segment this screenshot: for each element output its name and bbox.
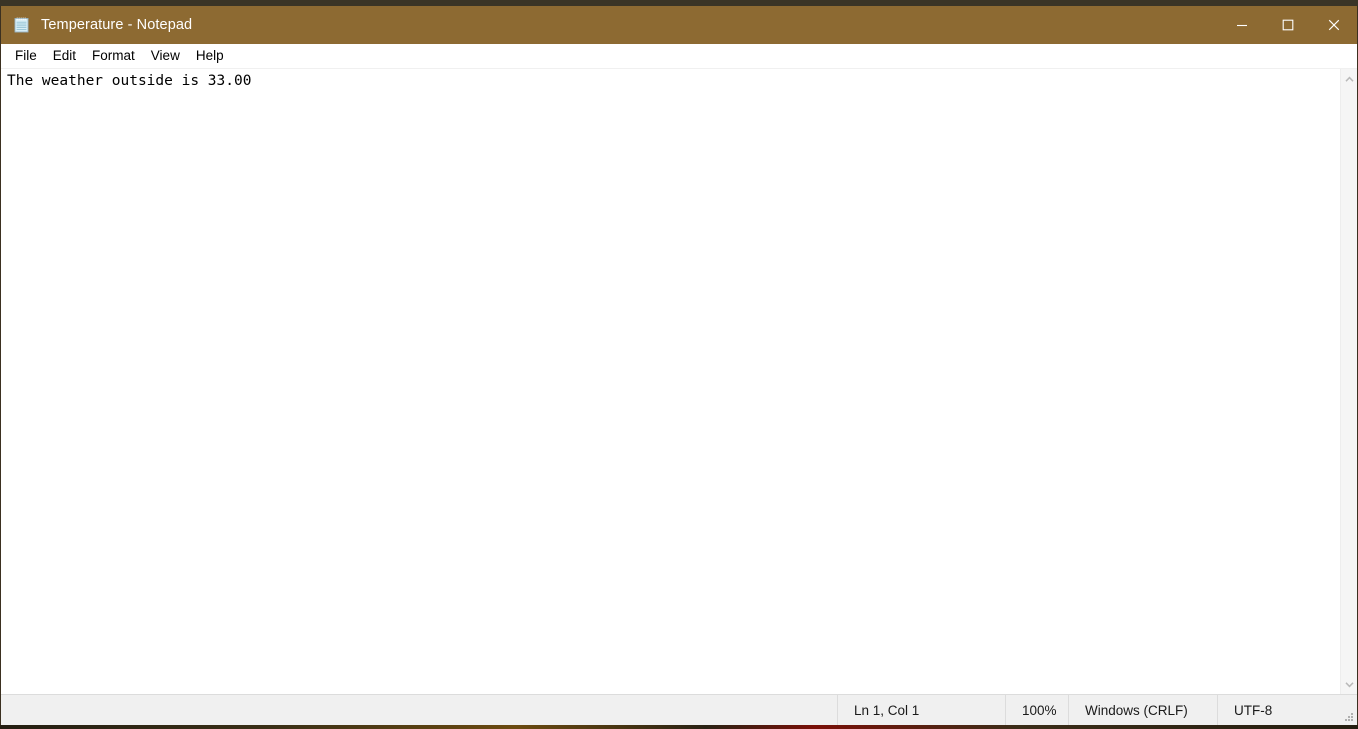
minimize-icon	[1237, 24, 1247, 27]
menu-item-edit[interactable]: Edit	[45, 46, 84, 66]
chevron-up-icon	[1344, 76, 1354, 82]
menu-bar: File Edit Format View Help	[1, 44, 1357, 69]
menu-item-view[interactable]: View	[143, 46, 188, 66]
maximize-button[interactable]	[1265, 6, 1311, 44]
maximize-icon	[1282, 19, 1294, 31]
desktop-bottom-strip	[0, 725, 1358, 729]
scrollbar-track[interactable]	[1341, 89, 1358, 674]
scroll-up-button[interactable]	[1341, 69, 1358, 89]
title-bar[interactable]: Temperature - Notepad	[1, 6, 1357, 44]
resize-grip-icon[interactable]	[1343, 711, 1355, 723]
status-zoom[interactable]: 100%	[1005, 695, 1068, 725]
status-encoding[interactable]: UTF-8	[1217, 695, 1357, 725]
status-line-column[interactable]: Ln 1, Col 1	[837, 695, 1005, 725]
scroll-down-button[interactable]	[1341, 674, 1358, 694]
menu-item-help[interactable]: Help	[188, 46, 232, 66]
status-bar: Ln 1, Col 1 100% Windows (CRLF) UTF-8	[1, 694, 1357, 725]
status-line-ending[interactable]: Windows (CRLF)	[1068, 695, 1217, 725]
status-spacer	[1, 695, 837, 725]
text-editor[interactable]: The weather outside is 33.00	[1, 69, 1340, 694]
menu-item-format[interactable]: Format	[84, 46, 143, 66]
minimize-button[interactable]	[1219, 6, 1265, 44]
close-icon	[1328, 19, 1340, 31]
editor-area: The weather outside is 33.00	[1, 69, 1357, 694]
window-controls	[1219, 6, 1357, 44]
menu-item-file[interactable]: File	[7, 46, 45, 66]
vertical-scrollbar[interactable]	[1340, 69, 1357, 694]
close-button[interactable]	[1311, 6, 1357, 44]
notepad-icon	[13, 16, 31, 34]
window-title: Temperature - Notepad	[41, 17, 193, 33]
chevron-down-icon	[1344, 681, 1354, 687]
notepad-window: Temperature - Notepad File Edit Format V…	[0, 6, 1358, 725]
